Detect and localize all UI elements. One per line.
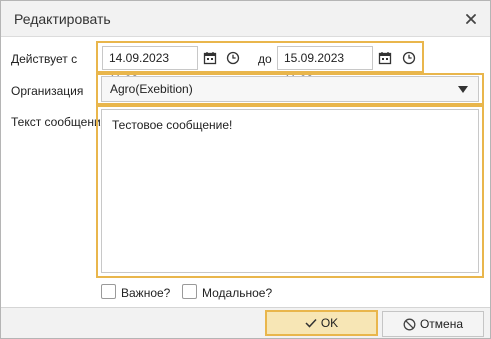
cancel-label: Отмена xyxy=(419,317,464,331)
dropdown-arrow-icon xyxy=(458,86,468,93)
message-textarea[interactable]: Тестовое сообщение! xyxy=(101,109,479,273)
dialog-titlebar: Редактировать xyxy=(1,1,490,37)
organization-value: Agro(Exebition) xyxy=(110,82,193,96)
calendar-icon xyxy=(378,52,392,65)
dialog-footer: OK Отмена xyxy=(1,307,490,338)
message-label: Текст сообщения xyxy=(11,115,108,129)
edit-dialog: Редактировать Действует с 14.09.2023 11:… xyxy=(0,0,491,339)
organization-label: Организация xyxy=(11,84,84,98)
important-label: Важное? xyxy=(121,286,171,300)
ok-button[interactable]: OK xyxy=(265,310,378,336)
check-icon xyxy=(305,318,317,328)
date-from-input[interactable]: 14.09.2023 11:03 xyxy=(102,46,198,87)
clock-icon xyxy=(402,51,416,65)
cancel-icon xyxy=(403,318,416,330)
close-button[interactable] xyxy=(460,8,482,30)
ok-label: OK xyxy=(320,316,339,330)
date-to-input[interactable]: 15.09.2023 11:03 xyxy=(277,46,373,87)
active-from-label: Действует с xyxy=(11,52,78,66)
to-label: до xyxy=(258,52,272,66)
clock-icon xyxy=(226,51,240,65)
modal-checkbox[interactable] xyxy=(182,284,197,299)
cancel-button[interactable]: Отмена xyxy=(382,311,484,337)
date-from-calendar-button[interactable] xyxy=(199,47,221,69)
modal-label: Модальное? xyxy=(202,286,273,300)
date-to-time-button[interactable] xyxy=(398,47,420,69)
important-checkbox[interactable] xyxy=(101,284,116,299)
date-from-time-button[interactable] xyxy=(222,47,244,69)
calendar-icon xyxy=(203,52,217,65)
close-icon xyxy=(466,14,476,24)
date-to-calendar-button[interactable] xyxy=(374,47,396,69)
dialog-title: Редактировать xyxy=(14,11,111,27)
organization-select[interactable]: Agro(Exebition) xyxy=(101,76,479,102)
